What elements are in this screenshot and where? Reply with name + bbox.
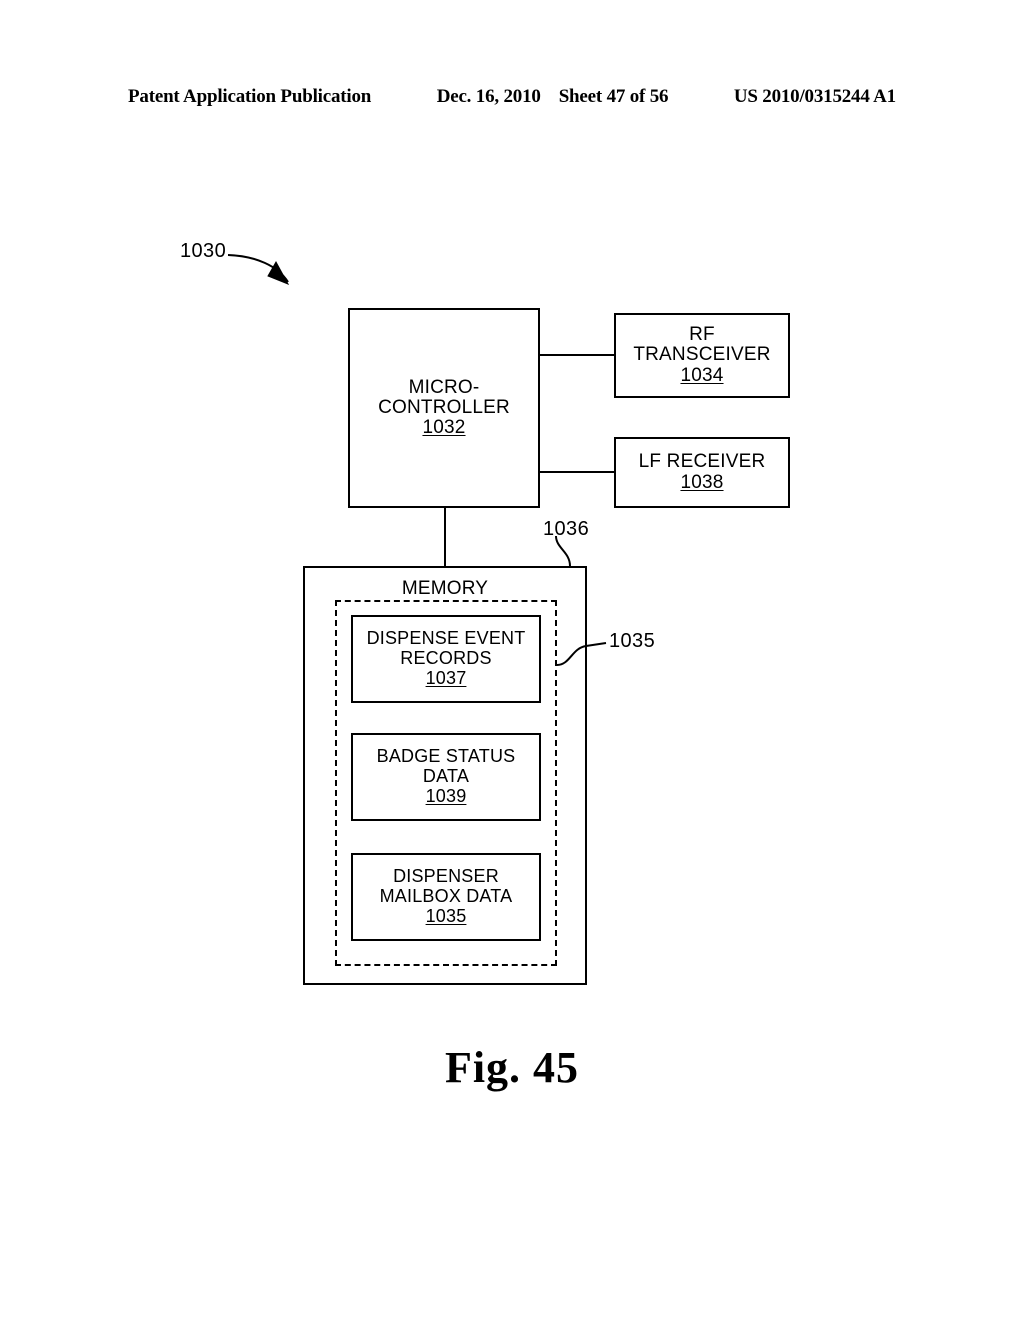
dispense-event-records-block: DISPENSE EVENT RECORDS 1037 <box>351 615 541 703</box>
badge-status-data-label-line2: DATA <box>422 766 470 787</box>
microcontroller-block: MICRO- CONTROLLER 1032 <box>348 308 540 508</box>
lf-receiver-ref: 1038 <box>680 471 724 493</box>
badge-status-data-block: BADGE STATUS DATA 1039 <box>351 733 541 821</box>
microcontroller-label-line1: MICRO- <box>408 376 480 398</box>
memory-label: MEMORY <box>401 578 489 599</box>
figure-caption: Fig. 45 <box>444 1043 580 1092</box>
memory-ref-callout: 1036 <box>543 518 590 540</box>
lf-receiver-block: LF RECEIVER 1038 <box>614 437 790 508</box>
badge-status-data-label-line1: BADGE STATUS <box>376 746 516 767</box>
rf-transceiver-ref: 1034 <box>680 364 724 386</box>
microcontroller-label-line2: CONTROLLER <box>378 396 510 418</box>
system-ref-leader-arrow <box>227 254 290 285</box>
dispenser-mailbox-data-label-line1: DISPENSER <box>393 866 499 887</box>
badge-status-data-ref: 1039 <box>425 785 467 806</box>
rf-transceiver-label-line1: RF <box>689 324 715 345</box>
dispense-event-records-ref: 1037 <box>425 667 467 688</box>
dispense-event-records-label-line1: DISPENSE EVENT <box>366 628 526 649</box>
memory-group-ref-callout: 1035 <box>609 630 656 652</box>
dispense-event-records-label-line2: RECORDS <box>400 648 492 669</box>
system-ref-callout: 1030 <box>180 240 227 262</box>
dispenser-mailbox-data-block: DISPENSER MAILBOX DATA 1035 <box>351 853 541 941</box>
microcontroller-ref: 1032 <box>422 417 466 439</box>
dispenser-mailbox-data-label-line2: MAILBOX DATA <box>379 886 513 907</box>
rf-transceiver-label-line2: TRANSCEIVER <box>633 344 771 366</box>
lf-receiver-label-line1: LF RECEIVER <box>638 451 766 473</box>
dispenser-mailbox-data-ref: 1035 <box>425 905 467 926</box>
rf-transceiver-block: RF TRANSCEIVER 1034 <box>614 313 790 398</box>
